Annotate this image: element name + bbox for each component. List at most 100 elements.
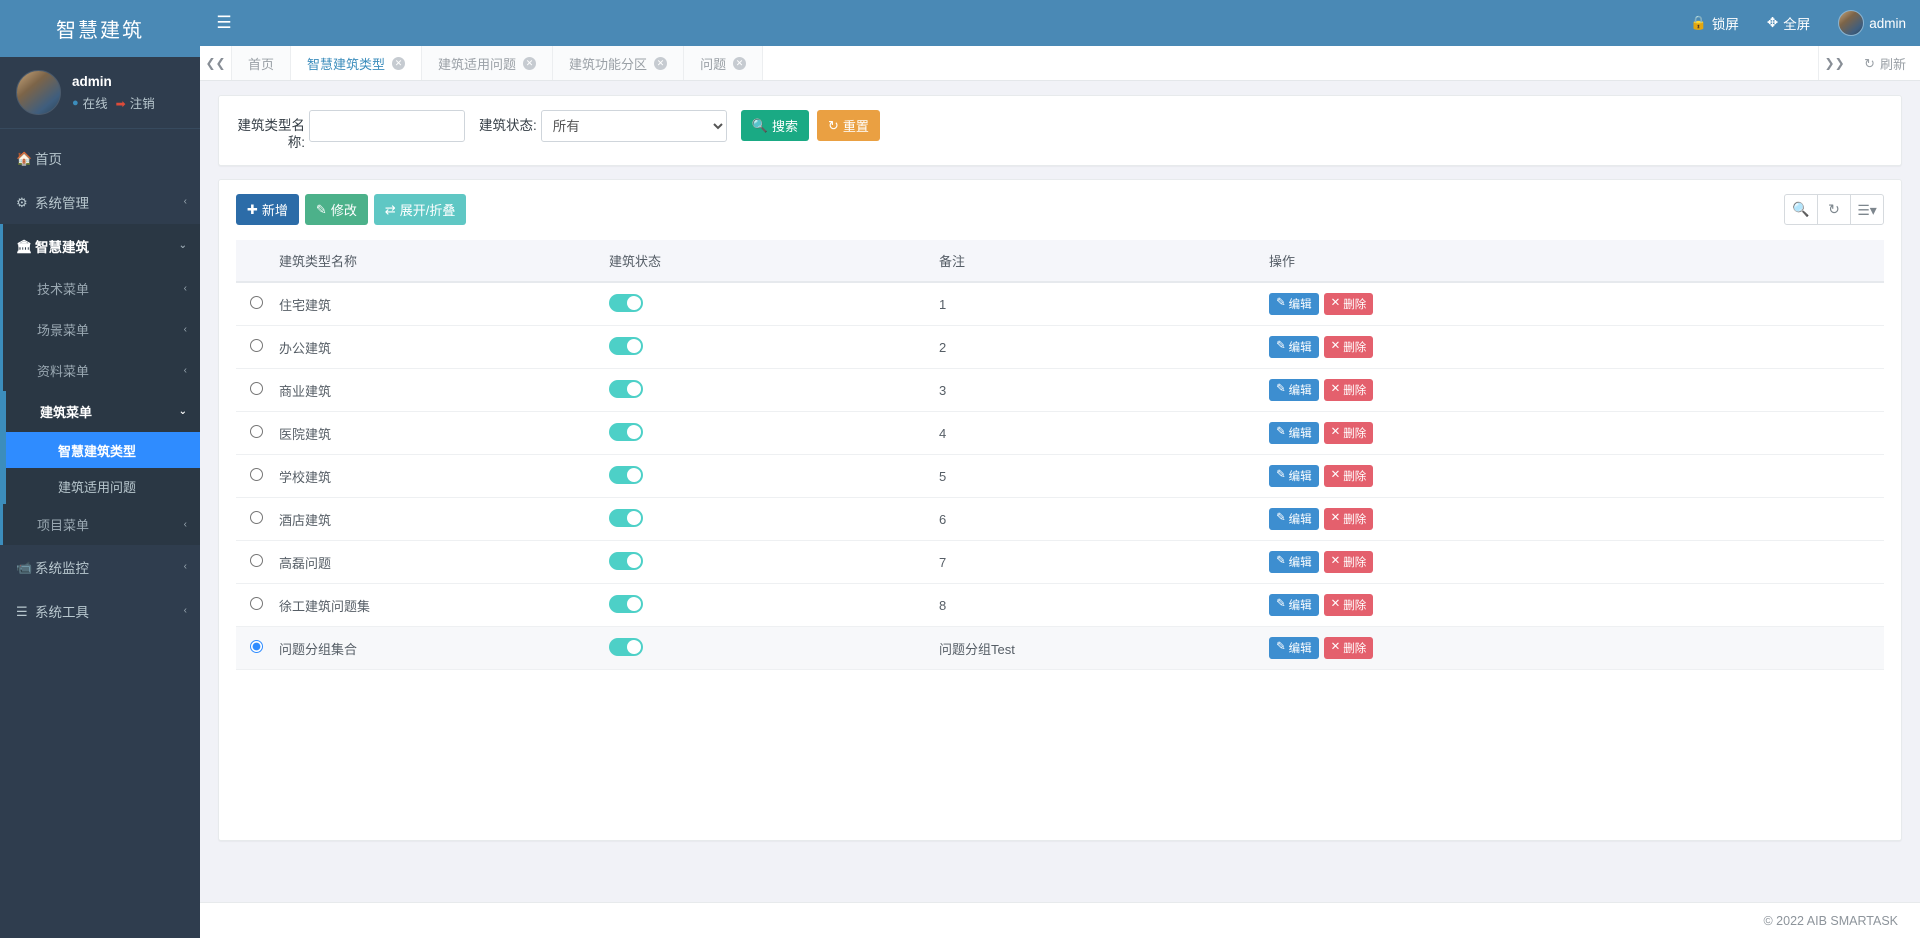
tab-smart-building-type[interactable]: 智慧建筑类型 ✕ bbox=[291, 46, 423, 80]
sidebar-subitem-project-menu[interactable]: 项目菜单 ‹ bbox=[3, 504, 200, 545]
row-edit-button[interactable]: ✎ 编辑 bbox=[1269, 594, 1319, 616]
row-delete-button[interactable]: ✕ 删除 bbox=[1323, 379, 1374, 401]
status-toggle[interactable] bbox=[609, 422, 643, 441]
status-toggle[interactable] bbox=[609, 508, 643, 527]
sidebar-item-home[interactable]: 🏠 首页 bbox=[0, 136, 200, 180]
status-toggle[interactable] bbox=[609, 336, 643, 355]
close-icon[interactable]: ✕ bbox=[733, 56, 747, 70]
tab-refresh-button[interactable]: ↻ 刷新 bbox=[1850, 46, 1920, 80]
table-row[interactable]: 商业建筑 3 ✎ 编辑 ✕ 删除 bbox=[236, 368, 1884, 412]
sidebar-subitem-scene-menu[interactable]: 场景菜单 ‹ bbox=[3, 309, 200, 350]
row-radio[interactable] bbox=[250, 382, 263, 395]
row-edit-button[interactable]: ✎ 编辑 bbox=[1269, 336, 1319, 358]
search-icon[interactable]: 🔍 bbox=[1784, 194, 1818, 225]
tab-issue[interactable]: 问题 ✕ bbox=[684, 46, 764, 80]
list-columns-icon[interactable]: ☰ ▾ bbox=[1850, 194, 1884, 225]
pencil-square-icon: ✎ bbox=[1276, 297, 1286, 310]
sidebar-item-smart-building-type[interactable]: 智慧建筑类型 bbox=[6, 432, 200, 468]
row-radio[interactable] bbox=[250, 554, 263, 567]
status-toggle[interactable] bbox=[609, 594, 643, 613]
table-header-row: 建筑类型名称 建筑状态 备注 操作 bbox=[236, 240, 1884, 283]
sidebar-subitem-material-menu[interactable]: 资料菜单 ‹ bbox=[3, 350, 200, 391]
sidebar-item-system-monitor[interactable]: 📹 系统监控 ‹ bbox=[0, 545, 200, 589]
refresh-icon[interactable]: ↻ bbox=[1817, 194, 1851, 225]
table-row[interactable]: 问题分组集合 问题分组Test ✎ 编辑 ✕ 删除 bbox=[236, 626, 1884, 670]
expand-collapse-button[interactable]: ⇄ 展开/折叠 bbox=[373, 194, 467, 225]
row-radio[interactable] bbox=[250, 468, 263, 481]
row-delete-button[interactable]: ✕ 删除 bbox=[1323, 422, 1374, 444]
close-icon[interactable]: ✕ bbox=[392, 56, 406, 70]
sidebar-item-smart-building[interactable]: 🏛 智慧建筑 ⌄ bbox=[3, 224, 200, 268]
tab-building-function-zone[interactable]: 建筑功能分区 ✕ bbox=[553, 46, 685, 80]
building-status-select[interactable]: 所有 bbox=[540, 110, 727, 142]
row-edit-button[interactable]: ✎ 编辑 bbox=[1269, 422, 1319, 444]
table-cell-select[interactable] bbox=[236, 540, 271, 584]
table-row[interactable]: 学校建筑 5 ✎ 编辑 ✕ 删除 bbox=[236, 454, 1884, 498]
building-type-name-input[interactable] bbox=[309, 110, 465, 142]
table-cell-select[interactable] bbox=[236, 368, 271, 412]
row-radio[interactable] bbox=[250, 339, 263, 352]
status-toggle[interactable] bbox=[609, 637, 643, 656]
table-cell-select[interactable] bbox=[236, 626, 271, 670]
row-delete-button[interactable]: ✕ 删除 bbox=[1323, 508, 1374, 530]
row-edit-button[interactable]: ✎ 编辑 bbox=[1269, 379, 1319, 401]
row-delete-button[interactable]: ✕ 删除 bbox=[1323, 594, 1374, 616]
table-cell-select[interactable] bbox=[236, 411, 271, 455]
status-toggle[interactable] bbox=[609, 379, 643, 398]
row-delete-button[interactable]: ✕ 删除 bbox=[1323, 465, 1374, 487]
row-edit-button[interactable]: ✎ 编辑 bbox=[1269, 465, 1319, 487]
row-edit-label: 编辑 bbox=[1288, 299, 1312, 311]
row-edit-button[interactable]: ✎ 编辑 bbox=[1269, 508, 1319, 530]
sign-out-icon[interactable]: ➡ bbox=[116, 98, 126, 110]
table-cell-select[interactable] bbox=[236, 583, 271, 627]
table-row[interactable]: 徐工建筑问题集 8 ✎ 编辑 ✕ 删除 bbox=[236, 583, 1884, 627]
row-radio[interactable] bbox=[250, 296, 263, 309]
sidebar-logout-link[interactable]: 注销 bbox=[130, 95, 155, 113]
row-delete-button[interactable]: ✕ 删除 bbox=[1323, 336, 1374, 358]
search-button[interactable]: 🔍 搜索 bbox=[740, 110, 809, 141]
modify-button[interactable]: ✎ 修改 bbox=[304, 194, 368, 225]
row-radio[interactable] bbox=[250, 511, 263, 524]
chevron-double-left-icon[interactable]: ❮❮ bbox=[200, 46, 232, 80]
table-cell-select[interactable] bbox=[236, 325, 271, 369]
table-cell-select[interactable] bbox=[236, 497, 271, 541]
table-row[interactable]: 酒店建筑 6 ✎ 编辑 ✕ 删除 bbox=[236, 497, 1884, 541]
row-radio[interactable] bbox=[250, 425, 263, 438]
hamburger-icon[interactable]: ☰ bbox=[200, 0, 248, 46]
row-delete-button[interactable]: ✕ 删除 bbox=[1323, 293, 1374, 315]
brand-logo[interactable]: 智慧建筑 bbox=[0, 0, 200, 57]
table-row[interactable]: 高磊问题 7 ✎ 编辑 ✕ 删除 bbox=[236, 540, 1884, 584]
add-button[interactable]: ✚ 新增 bbox=[236, 194, 299, 225]
sidebar-subitem-building-menu[interactable]: 建筑菜单 ⌄ bbox=[6, 391, 200, 432]
row-action-group: ✎ 编辑 ✕ 删除 bbox=[1269, 508, 1876, 530]
tab-home[interactable]: 首页 bbox=[232, 46, 292, 80]
table-row[interactable]: 医院建筑 4 ✎ 编辑 ✕ 删除 bbox=[236, 411, 1884, 455]
table-cell-select[interactable] bbox=[236, 454, 271, 498]
row-edit-button[interactable]: ✎ 编辑 bbox=[1269, 293, 1319, 315]
sidebar-item-system-tools[interactable]: ☰ 系统工具 ‹ bbox=[0, 589, 200, 633]
status-toggle[interactable] bbox=[609, 293, 643, 312]
reset-button[interactable]: ↻ 重置 bbox=[816, 110, 880, 141]
row-edit-button[interactable]: ✎ 编辑 bbox=[1269, 637, 1319, 659]
row-delete-button[interactable]: ✕ 删除 bbox=[1323, 551, 1374, 573]
row-radio[interactable] bbox=[250, 640, 263, 653]
row-delete-button[interactable]: ✕ 删除 bbox=[1323, 637, 1374, 659]
close-icon[interactable]: ✕ bbox=[654, 56, 668, 70]
pencil-square-icon: ✎ bbox=[1276, 641, 1286, 654]
close-icon[interactable]: ✕ bbox=[523, 56, 537, 70]
sidebar-subitem-tech-menu[interactable]: 技术菜单 ‹ bbox=[3, 268, 200, 309]
tab-building-applicable-issue[interactable]: 建筑适用问题 ✕ bbox=[422, 46, 554, 80]
sidebar-item-building-applicable-issue[interactable]: 建筑适用问题 bbox=[6, 468, 200, 504]
table-row[interactable]: 办公建筑 2 ✎ 编辑 ✕ 删除 bbox=[236, 325, 1884, 369]
table-cell-select[interactable] bbox=[236, 282, 271, 326]
row-radio[interactable] bbox=[250, 597, 263, 610]
chevron-double-right-icon[interactable]: ❯❯ bbox=[1818, 46, 1850, 80]
status-toggle[interactable] bbox=[609, 551, 643, 570]
navbar-user-menu[interactable]: admin bbox=[1824, 0, 1920, 46]
lock-screen-button[interactable]: 🔒 锁屏 bbox=[1676, 0, 1753, 46]
sidebar-item-system-management[interactable]: ⚙ 系统管理 ‹ bbox=[0, 180, 200, 224]
status-toggle[interactable] bbox=[609, 465, 643, 484]
table-row[interactable]: 住宅建筑 1 ✎ 编辑 ✕ 删除 bbox=[236, 282, 1884, 326]
fullscreen-button[interactable]: ✥ 全屏 bbox=[1753, 0, 1824, 46]
row-edit-button[interactable]: ✎ 编辑 bbox=[1269, 551, 1319, 573]
